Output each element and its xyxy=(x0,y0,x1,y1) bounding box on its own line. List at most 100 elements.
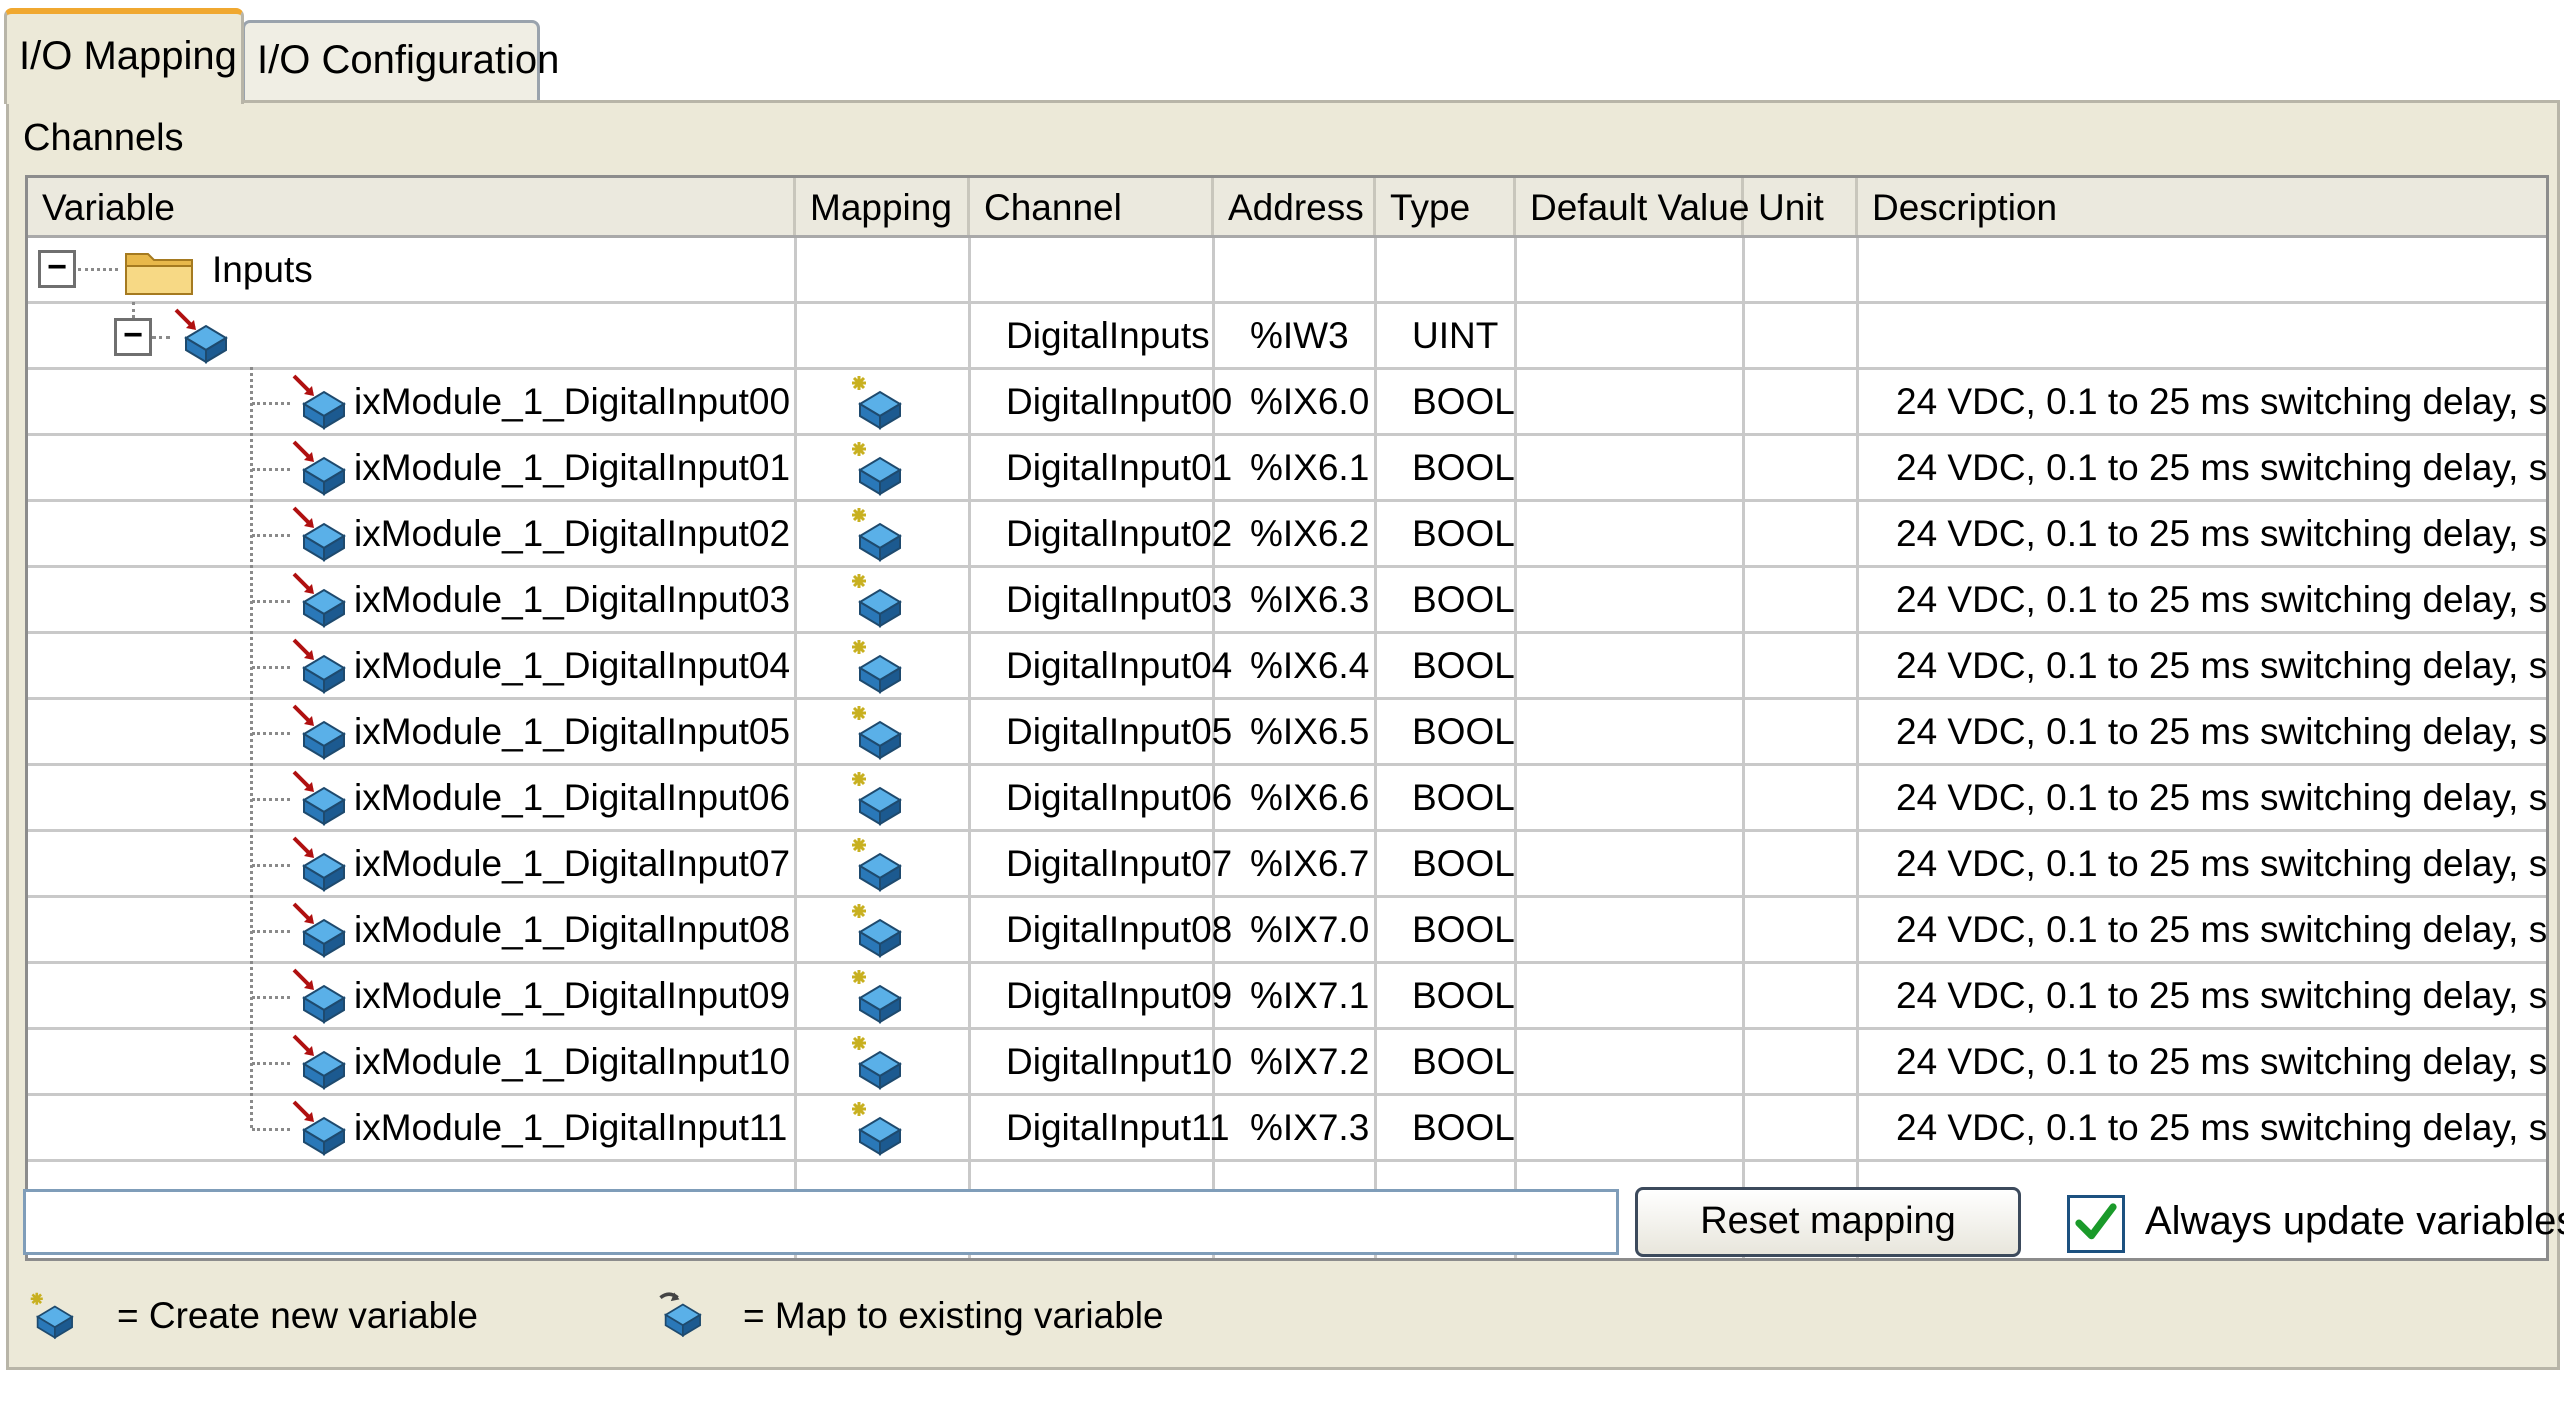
check-icon xyxy=(2075,1203,2117,1240)
create-variable-icon[interactable] xyxy=(850,704,908,762)
variable-cell[interactable]: ixModule_1_DigitalInput05 xyxy=(354,700,790,763)
channel-cell: DigitalInput08 xyxy=(1006,909,1233,950)
legend-map-existing: = Map to existing variable xyxy=(743,1295,1164,1336)
io-channel-icon xyxy=(292,506,346,562)
col-variable[interactable]: Variable xyxy=(28,178,796,235)
col-mapping[interactable]: Mapping xyxy=(796,178,970,235)
channel-cell: DigitalInput01 xyxy=(1006,447,1233,488)
channel-cell: DigitalInput11 xyxy=(1006,1107,1230,1148)
table-row[interactable]: ixModule_1_DigitalInput07 DigitalInput07%… xyxy=(28,829,2549,898)
io-mapping-panel: Channels Variable Mapping Channel Addres… xyxy=(6,100,2564,1370)
channel-cell: DigitalInput06 xyxy=(1006,777,1233,818)
create-variable-icon[interactable] xyxy=(850,572,908,630)
tab-label: I/O Configuration xyxy=(257,38,560,82)
map-variable-icon xyxy=(659,1292,702,1338)
col-address[interactable]: Address xyxy=(1214,178,1376,235)
create-variable-icon[interactable] xyxy=(850,1100,908,1158)
filter-input[interactable] xyxy=(23,1189,1619,1255)
variable-cell[interactable]: ixModule_1_DigitalInput02 xyxy=(354,502,790,565)
table-row[interactable]: ixModule_1_DigitalInput01 DigitalInput01%… xyxy=(28,433,2549,502)
channel-cell: DigitalInput03 xyxy=(1006,579,1233,620)
type-cell: BOOL xyxy=(1412,1107,1515,1148)
type-cell: BOOL xyxy=(1412,975,1515,1016)
description-cell: 24 VDC, 0.1 to 25 ms switching delay, si… xyxy=(1896,843,2549,884)
table-row[interactable]: ixModule_1_DigitalInput11 DigitalInput11%… xyxy=(28,1093,2549,1162)
create-variable-icon[interactable] xyxy=(850,1034,908,1092)
variable-cell[interactable]: ixModule_1_DigitalInput07 xyxy=(354,832,790,895)
type-cell: BOOL xyxy=(1412,381,1515,422)
collapse-minus-icon[interactable]: − xyxy=(38,250,76,288)
create-variable-icon[interactable] xyxy=(850,770,908,828)
address-cell: %IX6.1 xyxy=(1250,447,1370,488)
table-row[interactable]: ixModule_1_DigitalInput09 DigitalInput09%… xyxy=(28,961,2549,1030)
tree-connector xyxy=(252,864,290,867)
type-cell: BOOL xyxy=(1412,513,1515,554)
tree-connector xyxy=(252,666,290,669)
tree-connector xyxy=(252,930,290,933)
tab-io-mapping[interactable]: I/O Mapping xyxy=(4,8,244,104)
channel-cell: DigitalInput05 xyxy=(1006,711,1233,752)
tab-bar: I/O Configuration I/O Mapping xyxy=(0,0,2564,104)
tree-connector xyxy=(152,336,170,339)
address-cell: %IX6.3 xyxy=(1250,579,1370,620)
table-row[interactable]: ixModule_1_DigitalInput02 DigitalInput02%… xyxy=(28,499,2546,568)
col-default-value[interactable]: Default Value xyxy=(1516,178,1749,235)
create-variable-icon[interactable] xyxy=(850,440,908,498)
address-cell: %IX7.2 xyxy=(1250,1041,1370,1082)
channel-cell: DigitalInput02 xyxy=(1006,513,1233,554)
variable-cell[interactable]: ixModule_1_DigitalInput01 xyxy=(354,436,790,499)
table-row[interactable]: ixModule_1_DigitalInput06 DigitalInput06%… xyxy=(28,763,2546,832)
description-cell: 24 VDC, 0.1 to 25 ms switching delay, si… xyxy=(1896,579,2549,620)
create-variable-icon[interactable] xyxy=(850,968,908,1026)
always-update-checkbox[interactable] xyxy=(2067,1195,2125,1253)
table-row[interactable]: ixModule_1_DigitalInput04 DigitalInput04%… xyxy=(28,631,2546,700)
channel-cell: DigitalInput09 xyxy=(1006,975,1233,1016)
col-type[interactable]: Type xyxy=(1376,178,1516,235)
address-cell: %IX6.5 xyxy=(1250,711,1370,752)
channels-label: Channels xyxy=(23,117,184,159)
io-channel-icon xyxy=(174,308,228,364)
create-variable-icon[interactable] xyxy=(850,836,908,894)
table-row[interactable]: ixModule_1_DigitalInput10 DigitalInput10%… xyxy=(28,1027,2546,1096)
description-cell: 24 VDC, 0.1 to 25 ms switching delay, si… xyxy=(1896,1107,2549,1148)
io-channel-icon xyxy=(292,902,346,958)
reset-mapping-button[interactable]: Reset mapping xyxy=(1635,1187,2021,1257)
tree-row-digital-inputs[interactable]: − DigitalInputs %IW3 UINT xyxy=(28,302,2546,370)
description-cell: 24 VDC, 0.1 to 25 ms switching delay, si… xyxy=(1896,711,2549,752)
description-cell: 24 VDC, 0.1 to 25 ms switching delay, si… xyxy=(1896,975,2549,1016)
variable-cell[interactable]: ixModule_1_DigitalInput04 xyxy=(354,634,790,697)
address-cell: %IW3 xyxy=(1250,315,1349,356)
tree-connector xyxy=(252,468,290,471)
tab-io-configuration[interactable]: I/O Configuration xyxy=(242,20,559,100)
io-channel-icon xyxy=(292,968,346,1024)
create-variable-icon[interactable] xyxy=(850,902,908,960)
create-variable-icon[interactable] xyxy=(850,506,908,564)
collapse-minus-icon[interactable]: − xyxy=(114,318,152,356)
variable-cell[interactable]: ixModule_1_DigitalInput10 xyxy=(354,1030,790,1093)
tree-connector xyxy=(252,798,290,801)
description-cell: 24 VDC, 0.1 to 25 ms switching delay, si… xyxy=(1896,447,2549,488)
col-channel[interactable]: Channel xyxy=(970,178,1214,235)
tree-connector xyxy=(252,1062,290,1065)
address-cell: %IX6.2 xyxy=(1250,513,1370,554)
variable-cell[interactable]: ixModule_1_DigitalInput08 xyxy=(354,898,790,961)
col-unit[interactable]: Unit xyxy=(1744,178,1858,235)
channel-cell: DigitalInput10 xyxy=(1006,1041,1233,1082)
variable-cell[interactable]: ixModule_1_DigitalInput09 xyxy=(354,964,790,1027)
create-variable-icon[interactable] xyxy=(850,638,908,696)
variable-cell[interactable]: ixModule_1_DigitalInput03 xyxy=(354,568,790,631)
variable-cell[interactable]: ixModule_1_DigitalInput11 xyxy=(354,1096,787,1159)
table-row[interactable]: ixModule_1_DigitalInput03 DigitalInput03%… xyxy=(28,565,2549,634)
table-row[interactable]: ixModule_1_DigitalInput08 DigitalInput08%… xyxy=(28,895,2546,964)
address-cell: %IX7.0 xyxy=(1250,909,1370,950)
col-description[interactable]: Description xyxy=(1858,178,2546,235)
address-cell: %IX6.7 xyxy=(1250,843,1370,884)
table-row[interactable]: ixModule_1_DigitalInput00 DigitalInput00%… xyxy=(28,367,2546,436)
tree-row-inputs[interactable]: − Inputs xyxy=(28,238,2546,304)
variable-cell[interactable]: ixModule_1_DigitalInput00 xyxy=(354,370,790,433)
io-channel-icon xyxy=(292,1034,346,1090)
variable-cell[interactable]: ixModule_1_DigitalInput06 xyxy=(354,766,790,829)
create-variable-icon[interactable] xyxy=(850,374,908,432)
tree-connector xyxy=(252,534,290,537)
table-row[interactable]: ixModule_1_DigitalInput05 DigitalInput05%… xyxy=(28,697,2549,766)
